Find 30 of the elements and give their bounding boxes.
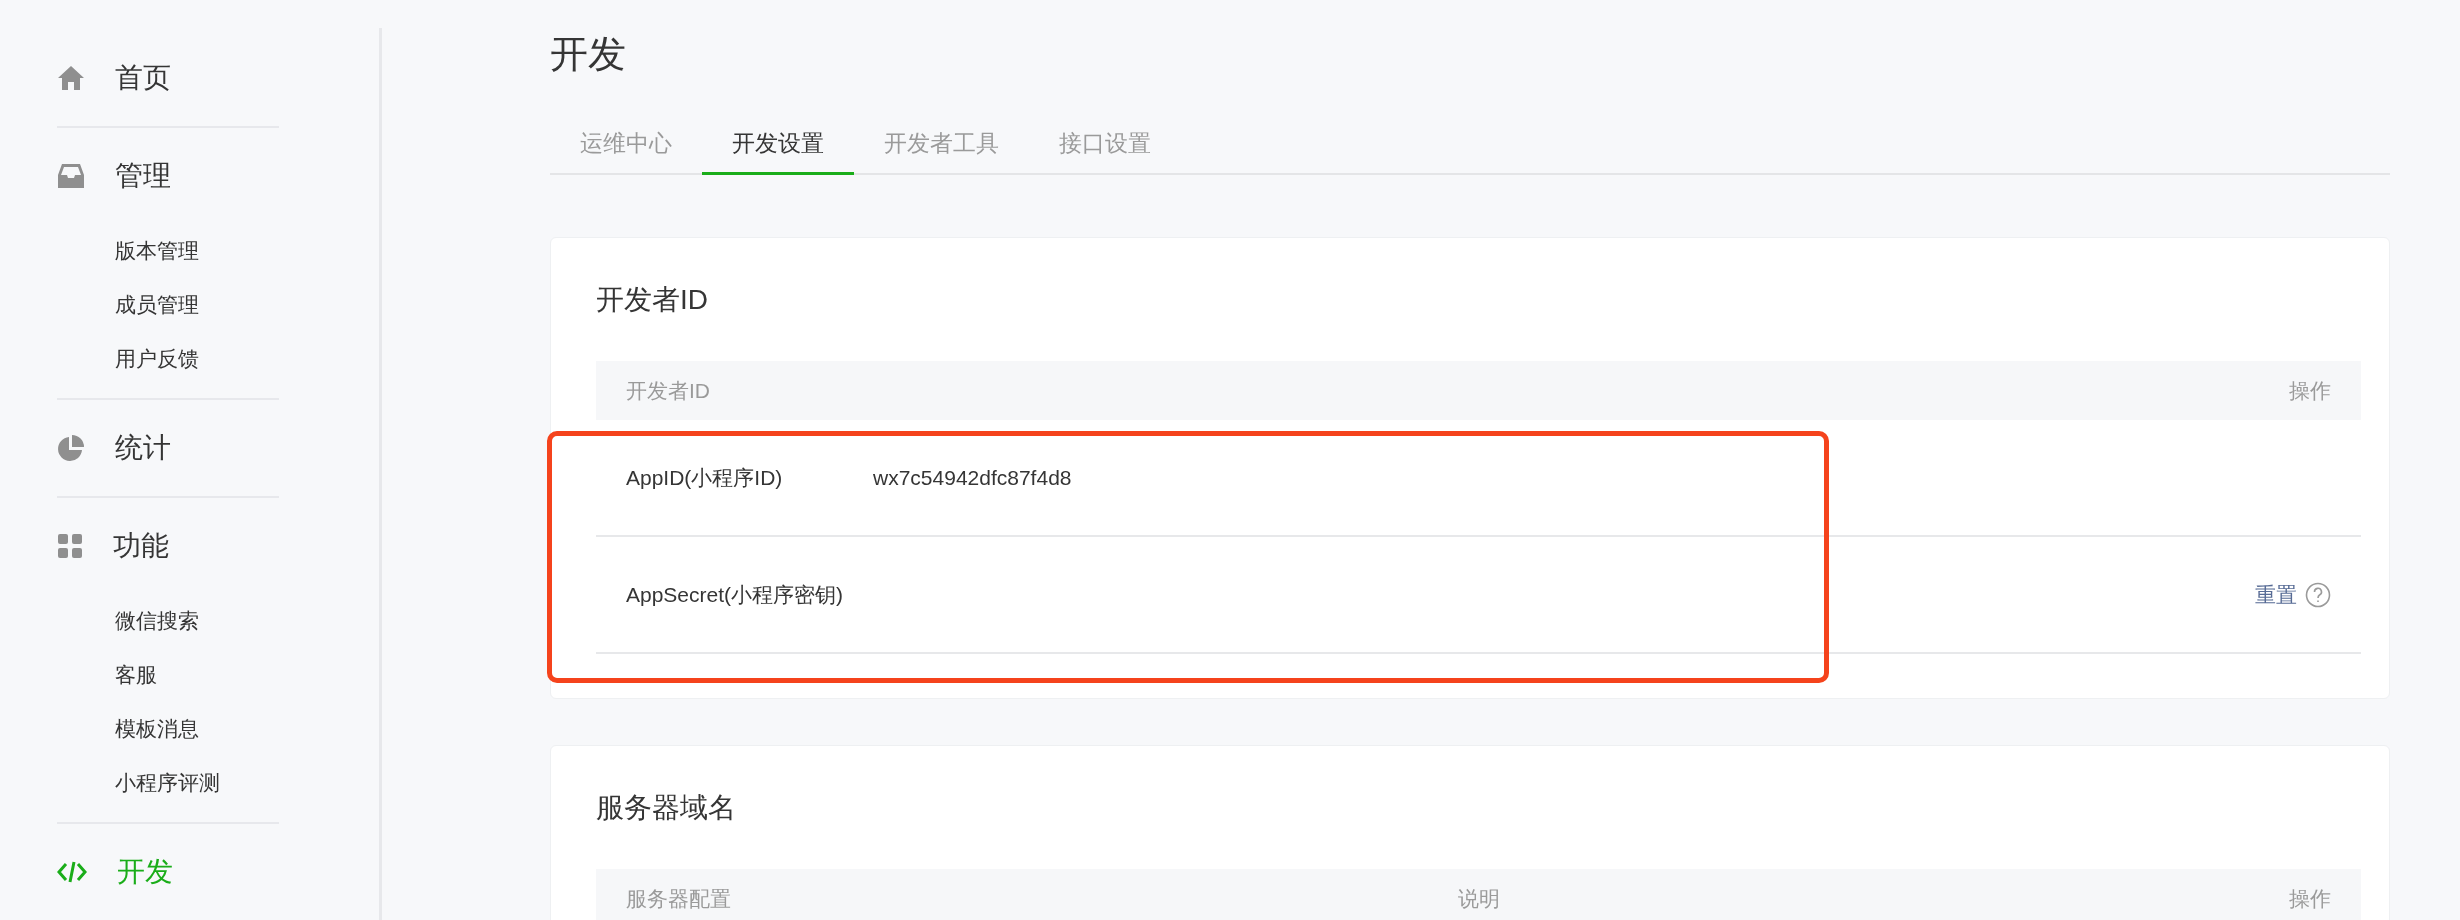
column-header: 说明: [1457, 885, 1501, 912]
column-header: 服务器配置: [626, 885, 732, 912]
code-icon: [57, 859, 87, 885]
nav-subitem[interactable]: 微信搜索: [115, 594, 279, 648]
tab[interactable]: 开发设置: [702, 114, 854, 175]
nav-subitem[interactable]: 客服: [115, 648, 279, 702]
help-icon[interactable]: [2305, 581, 2331, 608]
nav-subitem[interactable]: 小程序评测: [115, 756, 279, 810]
inbox-icon: [57, 163, 85, 189]
nav-subitem[interactable]: 成员管理: [115, 278, 279, 332]
column-header: 开发者ID: [626, 377, 711, 404]
nav-item[interactable]: 首页: [115, 59, 171, 97]
nav-subitem[interactable]: 模板消息: [115, 702, 279, 756]
card-title: 开发者ID: [596, 282, 709, 317]
card-title: 服务器域名: [596, 790, 737, 825]
pie-chart-icon: [57, 434, 85, 462]
nav-subitem[interactable]: 版本管理: [115, 224, 279, 278]
nav-item[interactable]: 功能: [113, 527, 169, 565]
column-header: 操作: [2289, 885, 2331, 912]
table-cell-text: AppID(小程序ID): [626, 464, 784, 491]
nav-item[interactable]: 统计: [115, 429, 171, 467]
column-header: 操作: [2289, 377, 2331, 404]
page-title: 开发: [550, 32, 627, 77]
nav-subitem[interactable]: 用户反馈: [115, 332, 279, 386]
reset-link[interactable]: 重置: [2255, 580, 2297, 609]
nav-item[interactable]: 管理: [115, 157, 171, 195]
table-cell: wx7c54942dfc87f4d8: [873, 465, 1072, 489]
home-icon: [57, 65, 85, 91]
table-cell-text: AppSecret(小程序密钥): [626, 581, 845, 608]
grid-icon: [57, 533, 83, 559]
